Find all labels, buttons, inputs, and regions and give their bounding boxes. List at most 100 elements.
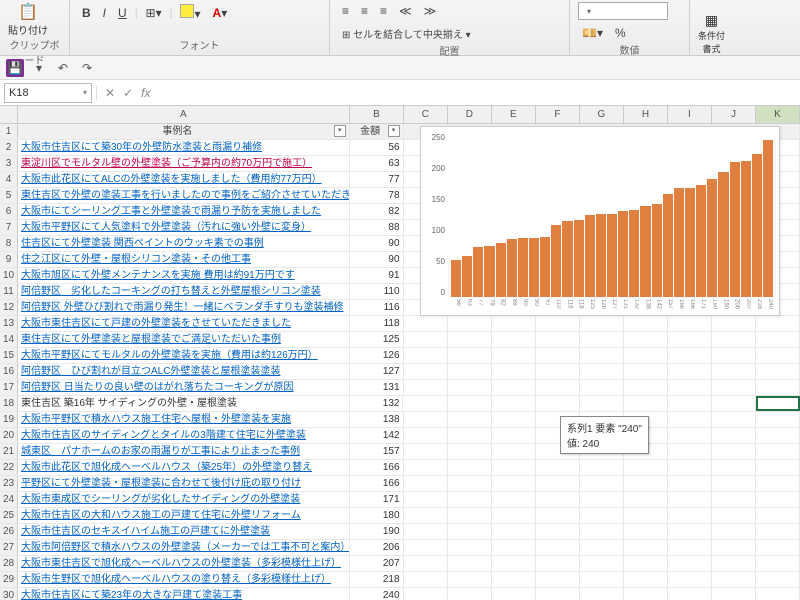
currency-button[interactable]: 💴▾ bbox=[578, 24, 607, 42]
fill-color-button[interactable]: ▾ bbox=[176, 2, 204, 23]
align-bottom-button[interactable]: ≡ bbox=[376, 2, 391, 20]
cell[interactable] bbox=[624, 332, 668, 347]
cell[interactable] bbox=[448, 396, 492, 411]
cell[interactable] bbox=[536, 588, 580, 600]
cell[interactable] bbox=[580, 380, 624, 395]
col-header[interactable]: C bbox=[404, 106, 448, 123]
chart-bar[interactable] bbox=[663, 194, 673, 297]
row-header[interactable]: 18 bbox=[0, 396, 18, 411]
cell[interactable] bbox=[668, 332, 712, 347]
case-link[interactable]: 大阪市旭区にて外壁メンテナンスを実施 費用は約91万円です bbox=[21, 270, 295, 281]
row-header[interactable]: 15 bbox=[0, 348, 18, 363]
cell[interactable] bbox=[624, 460, 668, 475]
chart-bar[interactable] bbox=[607, 214, 617, 297]
cell[interactable] bbox=[404, 540, 448, 555]
cell[interactable] bbox=[404, 556, 448, 571]
col-header[interactable]: H bbox=[624, 106, 668, 123]
merge-cells-button[interactable]: ⊞ セルを結合して中央揃え ▾ bbox=[338, 24, 475, 43]
cell[interactable] bbox=[624, 524, 668, 539]
cell[interactable] bbox=[756, 572, 800, 587]
cell[interactable]: 阿倍野区 劣化したコーキングの打ち替えと外壁屋根シリコン塗装 bbox=[18, 284, 350, 299]
cell[interactable]: 126 bbox=[350, 348, 404, 363]
chart-bar[interactable] bbox=[574, 220, 584, 297]
cell[interactable]: 157 bbox=[350, 444, 404, 459]
cell[interactable] bbox=[668, 348, 712, 363]
chart-bar[interactable] bbox=[674, 188, 684, 297]
cell[interactable]: 東住吉区にて外壁塗装と屋根塗装でご満足いただいた事例 bbox=[18, 332, 350, 347]
cell[interactable] bbox=[712, 316, 756, 331]
case-link[interactable]: 阿倍野区 日当たりの良い壁のはがれ落ちたコーキングが原因 bbox=[21, 382, 293, 393]
case-link[interactable]: 大阪市住吉区にて築23年の大きな戸建て塗装工事 bbox=[21, 590, 242, 600]
cell[interactable] bbox=[492, 540, 536, 555]
case-link[interactable]: 大阪市住吉区の大和ハウス施工の戸建て住宅に外壁リフォーム bbox=[21, 510, 301, 521]
cell[interactable] bbox=[624, 316, 668, 331]
cell[interactable] bbox=[404, 428, 448, 443]
cell[interactable] bbox=[712, 444, 756, 459]
selected-cell[interactable] bbox=[756, 396, 800, 411]
cell[interactable]: 大阪市東成区でシーリングが劣化したサイディングの外壁塗装 bbox=[18, 492, 350, 507]
name-box[interactable]: K18 bbox=[4, 83, 92, 103]
cell[interactable] bbox=[448, 380, 492, 395]
cell[interactable]: 77 bbox=[350, 172, 404, 187]
cell[interactable] bbox=[668, 380, 712, 395]
cell[interactable] bbox=[756, 556, 800, 571]
cell[interactable] bbox=[756, 588, 800, 600]
cell[interactable] bbox=[712, 540, 756, 555]
cell[interactable] bbox=[712, 460, 756, 475]
case-link[interactable]: 大阪市阿倍野区で積水ハウスの外壁塗装（メーカーでは工事不可と案内） bbox=[21, 542, 350, 553]
cell[interactable] bbox=[404, 476, 448, 491]
number-format-dropdown[interactable] bbox=[578, 2, 668, 20]
cell[interactable] bbox=[448, 540, 492, 555]
cell[interactable]: 大阪市にてシーリング工事と外壁塗装で雨漏り予防を実施しました bbox=[18, 204, 350, 219]
col-header[interactable]: G bbox=[580, 106, 624, 123]
cell[interactable] bbox=[712, 380, 756, 395]
cell[interactable] bbox=[668, 428, 712, 443]
row-header[interactable]: 17 bbox=[0, 380, 18, 395]
cell[interactable] bbox=[580, 476, 624, 491]
cell[interactable] bbox=[404, 380, 448, 395]
cell[interactable]: 大阪市此花区で旭化成ヘーベルハウス（築25年）の外壁塗り替え bbox=[18, 460, 350, 475]
cell[interactable] bbox=[712, 412, 756, 427]
chart-bar[interactable] bbox=[730, 162, 740, 297]
cell[interactable] bbox=[712, 556, 756, 571]
cell[interactable] bbox=[668, 492, 712, 507]
chart-bar[interactable] bbox=[707, 179, 717, 297]
case-link[interactable]: 大阪市住吉区にて築30年の外壁防水塗装と雨漏り補修 bbox=[21, 142, 262, 153]
cell[interactable] bbox=[448, 524, 492, 539]
cell[interactable] bbox=[668, 588, 712, 600]
cell[interactable] bbox=[536, 364, 580, 379]
cell[interactable]: 大阪市東住吉区にて戸建の外壁塗装をさせていただきました bbox=[18, 316, 350, 331]
cell[interactable] bbox=[448, 476, 492, 491]
cell[interactable] bbox=[624, 556, 668, 571]
cell[interactable] bbox=[492, 428, 536, 443]
cell[interactable] bbox=[756, 428, 800, 443]
cell[interactable] bbox=[448, 332, 492, 347]
cell[interactable] bbox=[668, 572, 712, 587]
cell[interactable] bbox=[580, 364, 624, 379]
cell[interactable] bbox=[404, 492, 448, 507]
chart-bar[interactable] bbox=[496, 243, 506, 297]
row-header[interactable]: 23 bbox=[0, 476, 18, 491]
chart-bar[interactable] bbox=[596, 214, 606, 297]
cell[interactable]: 132 bbox=[350, 396, 404, 411]
qat-dropdown-icon[interactable]: ▾ bbox=[30, 59, 48, 77]
cell[interactable] bbox=[668, 316, 712, 331]
cell[interactable] bbox=[492, 508, 536, 523]
cell[interactable] bbox=[492, 316, 536, 331]
cell[interactable]: 大阪市旭区にて外壁メンテナンスを実施 費用は約91万円です bbox=[18, 268, 350, 283]
cell[interactable]: 125 bbox=[350, 332, 404, 347]
cell[interactable] bbox=[624, 540, 668, 555]
cell[interactable]: 東住吉区 築16年 サイディングの外壁・屋根塗装 bbox=[18, 396, 350, 411]
cell[interactable]: 東淀川区でモルタル壁の外壁塗装（ご予算内の約70万円で施工） bbox=[18, 156, 350, 171]
chart-bar[interactable] bbox=[718, 172, 728, 297]
cell[interactable] bbox=[536, 332, 580, 347]
cell[interactable] bbox=[404, 460, 448, 475]
cell[interactable] bbox=[580, 524, 624, 539]
cell[interactable]: 190 bbox=[350, 524, 404, 539]
cell[interactable] bbox=[492, 380, 536, 395]
cell[interactable]: 218 bbox=[350, 572, 404, 587]
case-link[interactable]: 阿倍野区 劣化したコーキングの打ち替えと外壁屋根シリコン塗装 bbox=[21, 286, 321, 297]
cell[interactable] bbox=[448, 316, 492, 331]
cell[interactable]: 91 bbox=[350, 268, 404, 283]
cell[interactable]: 166 bbox=[350, 476, 404, 491]
